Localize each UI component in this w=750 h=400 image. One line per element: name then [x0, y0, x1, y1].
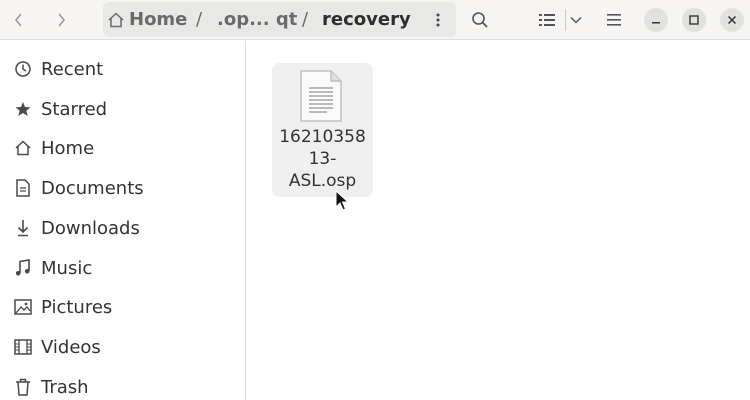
text-document-icon — [300, 70, 342, 122]
path-menu-icon — [436, 13, 440, 26]
sidebar-item-label: Downloads — [41, 217, 140, 239]
breadcrumb-current[interactable]: recovery — [322, 6, 411, 33]
sidebar-item-label: Music — [41, 257, 93, 279]
film-icon — [13, 337, 33, 357]
sidebar-item-downloads[interactable]: Downloads — [0, 209, 245, 247]
file-view: 16210358 13- ASL.osp — [247, 41, 750, 400]
close-button[interactable] — [720, 8, 744, 32]
maximize-button[interactable] — [682, 8, 706, 32]
file-name-line: ASL.osp — [288, 171, 357, 191]
search-icon — [472, 12, 488, 28]
breadcrumb-home-label: Home — [129, 9, 188, 30]
sidebar-item-starred[interactable]: Starred — [0, 90, 245, 128]
view-options-button[interactable] — [566, 4, 586, 36]
sidebar-item-trash[interactable]: Trash — [0, 368, 245, 400]
file-item[interactable]: 16210358 13- ASL.osp — [272, 63, 373, 197]
sidebar-item-label: Starred — [41, 98, 108, 120]
forward-button[interactable] — [44, 4, 78, 36]
breadcrumb-middle[interactable]: .op... qt — [217, 6, 297, 33]
breadcrumb-home[interactable]: Home — [107, 6, 187, 33]
sidebar-item-music[interactable]: Music — [0, 249, 245, 287]
main-menu-button[interactable] — [600, 4, 628, 36]
sidebar-item-label: Trash — [41, 376, 89, 398]
view-options-chevron-icon — [570, 16, 582, 24]
maximize-icon — [689, 15, 699, 25]
sidebar-item-label: Videos — [41, 336, 101, 358]
path-bar: Home / .op... qt / recovery — [103, 2, 456, 37]
sidebar-item-home[interactable]: Home — [0, 129, 245, 167]
clock-icon — [13, 59, 33, 79]
minimize-icon — [652, 22, 660, 24]
minimize-button[interactable] — [644, 8, 668, 32]
list-view-icon — [539, 14, 555, 26]
sidebar-item-label: Documents — [41, 177, 144, 199]
trash-icon — [13, 377, 33, 397]
star-icon — [13, 99, 33, 119]
back-button[interactable] — [2, 4, 36, 36]
go-forward-icon — [58, 13, 66, 27]
search-button[interactable] — [463, 4, 497, 36]
sidebar: Recent Starred Home Documents Downloads … — [0, 41, 246, 400]
picture-icon — [13, 297, 33, 317]
sidebar-item-label: Recent — [41, 58, 104, 80]
sidebar-item-videos[interactable]: Videos — [0, 328, 245, 366]
sidebar-item-recent[interactable]: Recent — [0, 50, 245, 88]
home-icon — [13, 138, 33, 158]
path-menu-button[interactable] — [425, 5, 451, 34]
sidebar-item-documents[interactable]: Documents — [0, 169, 245, 207]
music-note-icon — [13, 258, 33, 278]
list-view-button[interactable] — [533, 4, 561, 36]
document-icon — [13, 178, 33, 198]
sidebar-item-pictures[interactable]: Pictures — [0, 288, 245, 326]
sidebar-item-label: Pictures — [41, 296, 113, 318]
home-icon — [108, 11, 124, 27]
go-back-icon — [14, 13, 22, 27]
file-name-line: 13- — [308, 149, 337, 169]
breadcrumb-separator: / — [302, 9, 309, 30]
download-icon — [13, 218, 33, 238]
main-menu-icon — [607, 14, 621, 26]
breadcrumb-separator: / — [196, 9, 203, 30]
mouse-pointer-icon — [335, 190, 349, 211]
sidebar-item-label: Home — [41, 137, 95, 159]
header-bar: Home / .op... qt / recovery — [0, 0, 750, 40]
file-name-line: 16210358 — [279, 127, 366, 147]
close-icon — [727, 15, 737, 25]
file-name: 16210358 13- ASL.osp — [272, 126, 373, 192]
